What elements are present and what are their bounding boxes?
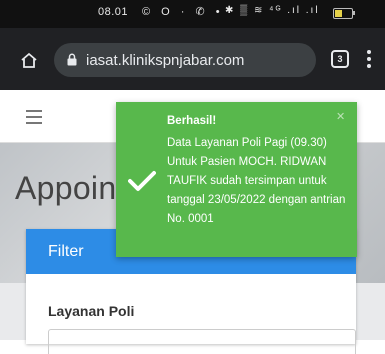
signal-icons: ✱ ▒ ≋ ⁴ᴳ .ıl .ıl (225, 5, 320, 16)
lock-icon[interactable] (67, 53, 77, 66)
battery-icon (333, 8, 353, 19)
layanan-poli-select[interactable] (48, 329, 356, 354)
home-icon[interactable] (20, 52, 38, 68)
battery-tip (353, 11, 355, 15)
status-time: 08.01 (98, 6, 129, 18)
notification-icons: © O · ✆ • (142, 6, 224, 18)
address-bar[interactable]: iasat.klinikspnjabar.com (54, 43, 316, 77)
filter-card-title: Filter (48, 243, 84, 260)
url-text: iasat.klinikspnjabar.com (86, 52, 245, 69)
status-bar: 08.01 © O · ✆ • ✱ ▒ ≋ ⁴ᴳ .ıl .ıl (0, 0, 385, 28)
toast-close-icon[interactable]: ✕ (336, 110, 345, 123)
browser-toolbar: iasat.klinikspnjabar.com 3 (0, 28, 385, 90)
tab-switcher-button[interactable]: 3 (331, 50, 349, 68)
hamburger-menu-icon[interactable] (26, 110, 42, 128)
more-menu-icon[interactable] (366, 50, 372, 70)
toast-title: Berhasil! (167, 115, 217, 127)
checkmark-icon (128, 171, 156, 191)
toast-message: Data Layanan Poli Pagi (09.30) Untuk Pas… (167, 137, 346, 225)
layanan-poli-label: Layanan Poli (48, 303, 135, 319)
success-toast[interactable]: Berhasil! ✕ Data Layanan Poli Pagi (09.3… (116, 102, 357, 257)
